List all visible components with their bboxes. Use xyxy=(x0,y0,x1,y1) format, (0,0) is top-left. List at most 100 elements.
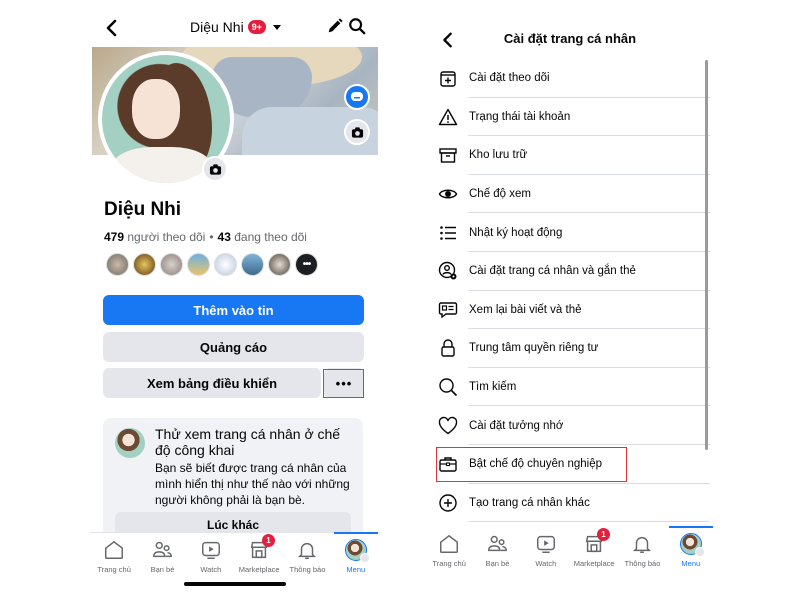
follow-settings-icon xyxy=(437,67,459,89)
more-friends-button[interactable]: ••• xyxy=(295,253,318,276)
heart-icon xyxy=(437,415,459,437)
menu-item-label: Bật chế độ chuyên nghiệp xyxy=(469,458,602,471)
avatar-image-detail xyxy=(112,147,212,183)
menu-item-memorialization[interactable]: Cài đặt tưởng nhớ xyxy=(425,406,710,445)
briefcase-icon xyxy=(437,453,459,475)
nav-marketplace[interactable]: 1 Marketplace xyxy=(570,527,618,587)
menu-item-activity-log[interactable]: Nhật ký hoạt động xyxy=(425,213,710,252)
profile-top-bar: Diệu Nhi 9+ xyxy=(90,12,380,44)
menu-avatar xyxy=(344,539,370,563)
friend-avatar[interactable] xyxy=(214,253,237,276)
menu-item-label: Xem lại bài viết và thẻ xyxy=(469,303,582,316)
add-to-story-button[interactable]: Thêm vào tin xyxy=(103,295,364,325)
plus-circle-icon xyxy=(437,492,459,514)
friends-icon xyxy=(488,535,508,552)
following-link[interactable]: 43 đang theo dõi xyxy=(218,230,307,244)
friend-avatar[interactable] xyxy=(133,253,156,276)
pencil-icon[interactable] xyxy=(326,17,344,35)
menu-item-create-profile[interactable]: Tạo trang cá nhân khác xyxy=(425,484,710,523)
nav-label: Watch xyxy=(535,559,557,568)
home-indicator xyxy=(184,582,286,586)
nav-menu[interactable]: Menu xyxy=(667,526,715,587)
nav-label: Marketplace xyxy=(238,565,280,574)
nav-label: Menu xyxy=(346,565,366,574)
menu-item-label: Tạo trang cá nhân khác xyxy=(469,496,590,509)
public-view-card: Thử xem trang cá nhân ở chế độ công khai… xyxy=(103,418,363,538)
menu-item-label: Cài đặt trang cá nhân và gắn thẻ xyxy=(469,265,636,278)
menu-item-label: Chế độ xem xyxy=(469,188,532,201)
menu-item-follow-settings[interactable]: Cài đặt theo dõi xyxy=(425,59,710,98)
nav-notifications[interactable]: Thông báo xyxy=(283,533,331,592)
menu-item-label: Tìm kiếm xyxy=(469,381,517,394)
menu-item-professional-mode[interactable]: Bật chế độ chuyên nghiệp xyxy=(425,445,710,484)
cover-camera-button[interactable] xyxy=(344,119,370,145)
nav-home[interactable]: Trang chủ xyxy=(90,533,138,592)
nav-menu[interactable]: Menu xyxy=(332,532,380,592)
menu-item-label: Cài đặt tưởng nhớ xyxy=(469,419,564,432)
menu-item-search[interactable]: Tìm kiếm xyxy=(425,368,710,407)
menu-item-review-posts[interactable]: Xem lại bài viết và thẻ xyxy=(425,291,710,330)
friend-avatar[interactable] xyxy=(106,253,129,276)
bell-icon xyxy=(298,542,317,559)
nav-label: Bạn bè xyxy=(485,559,510,568)
more-options-button[interactable]: ••• xyxy=(324,368,364,398)
marketplace-badge: 1 xyxy=(261,534,275,547)
camera-icon xyxy=(351,126,363,138)
view-dashboard-button[interactable]: Xem bảng điều khiển xyxy=(103,368,321,398)
stats-separator: • xyxy=(209,230,214,244)
nav-watch[interactable]: Watch xyxy=(522,527,570,587)
home-icon xyxy=(105,540,124,559)
watch-icon xyxy=(536,535,555,553)
nav-notifications[interactable]: Thông báo xyxy=(618,527,666,587)
nav-label: Marketplace xyxy=(573,559,615,568)
menu-item-profile-tagging[interactable]: Cài đặt trang cá nhân và gắn thẻ xyxy=(425,252,710,291)
card-title: Thử xem trang cá nhân ở chế độ công khai xyxy=(155,426,341,458)
nav-home[interactable]: Trang chủ xyxy=(425,527,473,587)
nav-friends[interactable]: Bạn bè xyxy=(473,527,521,587)
search-icon[interactable] xyxy=(348,17,366,35)
avatar-image-detail xyxy=(132,79,180,139)
avatar-message-button[interactable] xyxy=(344,84,370,110)
eye-icon xyxy=(437,183,459,205)
ads-button[interactable]: Quảng cáo xyxy=(103,332,364,362)
nav-label: Trang chủ xyxy=(432,559,466,568)
following-count: 43 xyxy=(217,230,231,244)
friend-avatar[interactable] xyxy=(268,253,291,276)
nav-label: Trang chủ xyxy=(97,565,131,574)
back-chevron-icon[interactable] xyxy=(102,18,122,38)
bell-icon xyxy=(633,536,652,553)
avatar-camera-button[interactable] xyxy=(202,156,228,182)
menu-item-label: Kho lưu trữ xyxy=(469,149,528,162)
nav-friends[interactable]: Bạn bè xyxy=(138,533,186,592)
friend-avatar[interactable] xyxy=(160,253,183,276)
search-icon xyxy=(437,376,459,398)
friends-icon xyxy=(153,541,173,558)
menu-lines-icon xyxy=(359,553,370,563)
settings-title: Cài đặt trang cá nhân xyxy=(503,31,637,46)
following-label: đang theo dõi xyxy=(234,230,307,244)
nav-label: Bạn bè xyxy=(150,565,175,574)
settings-top-bar: Cài đặt trang cá nhân xyxy=(425,28,715,52)
bottom-nav: Trang chủ Bạn bè Watch 1 Marketplace Thô… xyxy=(425,526,715,587)
card-avatar xyxy=(115,428,145,458)
scrollbar[interactable] xyxy=(705,60,708,450)
menu-item-archive[interactable]: Kho lưu trữ xyxy=(425,136,710,175)
menu-item-account-status[interactable]: Trạng thái tài khoản xyxy=(425,98,710,137)
profile-screen: Diệu Nhi 9+ Diệu Nhi 479 người theo dõi … xyxy=(90,0,380,600)
menu-item-privacy-center[interactable]: Trung tâm quyền riêng tư xyxy=(425,329,710,368)
profile-name: Diệu Nhi xyxy=(104,199,182,220)
friend-avatar[interactable] xyxy=(187,253,210,276)
warning-icon xyxy=(437,106,459,128)
menu-item-label: Trạng thái tài khoản xyxy=(469,110,571,123)
profile-switcher[interactable]: Diệu Nhi 9+ xyxy=(190,19,281,35)
friend-avatar[interactable] xyxy=(241,253,264,276)
followers-link[interactable]: 479 người theo dõi xyxy=(104,230,205,244)
nav-label: Thông báo xyxy=(624,559,661,568)
lock-icon xyxy=(437,337,459,359)
menu-item-view-as[interactable]: Chế độ xem xyxy=(425,175,710,214)
list-icon xyxy=(437,222,459,244)
followers-label: người theo dõi xyxy=(127,230,206,244)
camera-icon xyxy=(209,163,221,175)
card-body: Bạn sẽ biết được trang cá nhân của mình … xyxy=(155,461,350,507)
nav-label: Thông báo xyxy=(289,565,326,574)
